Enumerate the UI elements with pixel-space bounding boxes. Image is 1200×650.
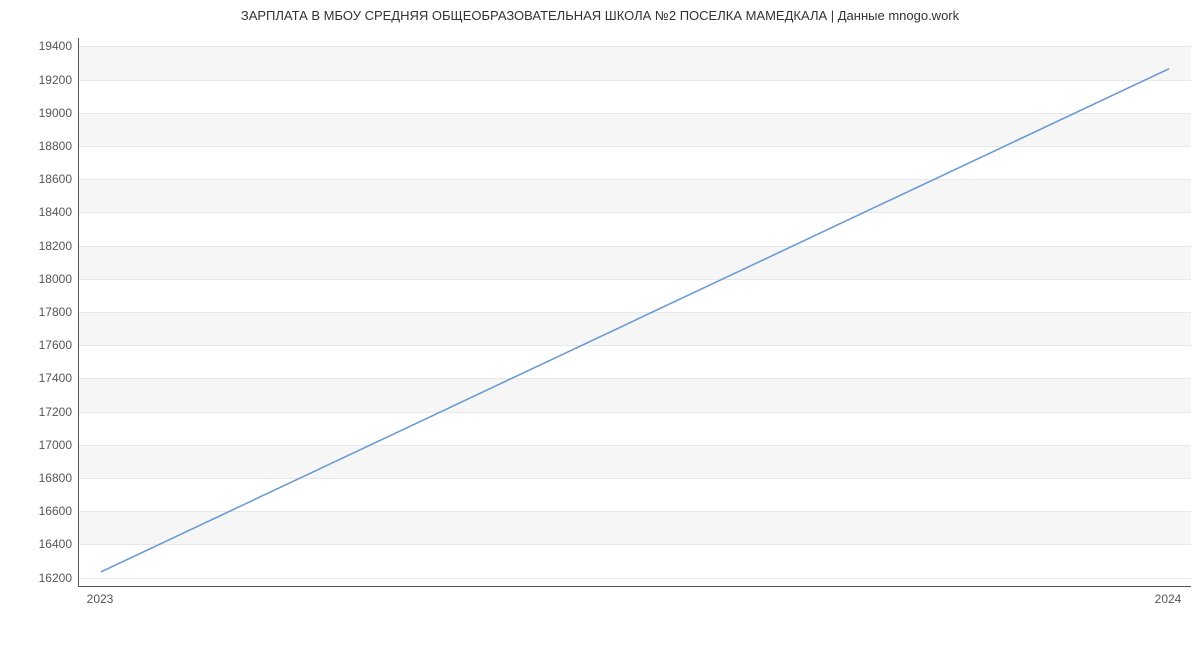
y-tick-label: 16200 — [12, 571, 72, 585]
line-series — [79, 38, 1191, 586]
series-line — [101, 69, 1169, 572]
y-tick-label: 18800 — [12, 139, 72, 153]
chart-title: ЗАРПЛАТА В МБОУ СРЕДНЯЯ ОБЩЕОБРАЗОВАТЕЛЬ… — [0, 8, 1200, 23]
plot-area — [78, 38, 1191, 587]
y-tick-label: 17000 — [12, 438, 72, 452]
y-tick-label: 16600 — [12, 504, 72, 518]
y-tick-label: 18600 — [12, 172, 72, 186]
y-tick-label: 18400 — [12, 205, 72, 219]
y-tick-label: 19200 — [12, 73, 72, 87]
y-tick-label: 17800 — [12, 305, 72, 319]
x-tick-label: 2023 — [87, 592, 114, 606]
y-tick-label: 18200 — [12, 239, 72, 253]
y-tick-label: 19000 — [12, 106, 72, 120]
y-tick-label: 16800 — [12, 471, 72, 485]
y-tick-label: 19400 — [12, 39, 72, 53]
y-tick-label: 17200 — [12, 405, 72, 419]
y-tick-label: 16400 — [12, 537, 72, 551]
chart-container: ЗАРПЛАТА В МБОУ СРЕДНЯЯ ОБЩЕОБРАЗОВАТЕЛЬ… — [0, 0, 1200, 650]
x-tick-label: 2024 — [1155, 592, 1182, 606]
y-tick-label: 18000 — [12, 272, 72, 286]
y-tick-label: 17400 — [12, 371, 72, 385]
y-tick-label: 17600 — [12, 338, 72, 352]
